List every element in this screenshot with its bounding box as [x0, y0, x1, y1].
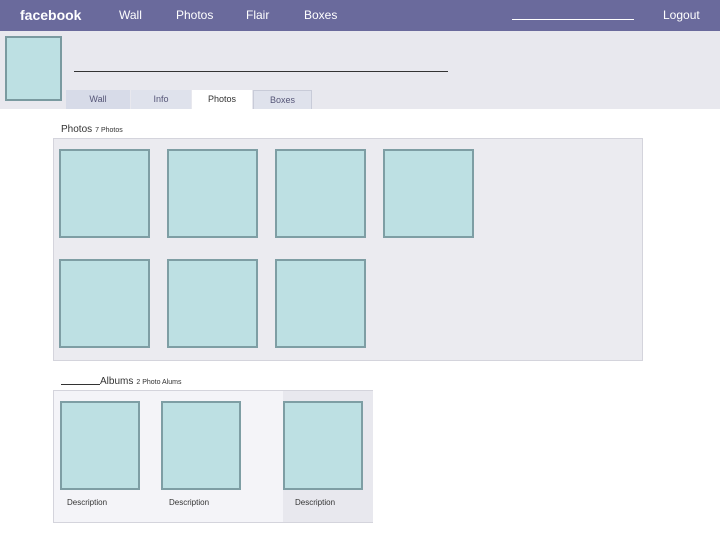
- nav-wall-link[interactable]: Wall: [119, 8, 142, 22]
- album-description: Description: [295, 498, 336, 507]
- album-cover[interactable]: [161, 401, 241, 490]
- albums-link-underline: [61, 384, 100, 385]
- photos-count: 7 Photos: [95, 127, 123, 134]
- tab-photos[interactable]: Photos: [192, 90, 252, 109]
- tab-info[interactable]: Info: [131, 90, 191, 109]
- album-cover[interactable]: [283, 401, 363, 490]
- top-navigation-bar: facebook Wall Photos Flair Boxes Logout: [0, 0, 720, 31]
- photo-thumbnail[interactable]: [383, 149, 474, 238]
- photo-thumbnail[interactable]: [167, 149, 258, 238]
- photo-thumbnail[interactable]: [59, 259, 150, 348]
- album-description: Description: [67, 498, 108, 507]
- facebook-logo[interactable]: facebook: [20, 7, 81, 23]
- nav-boxes-link[interactable]: Boxes: [304, 8, 337, 22]
- photo-thumbnail[interactable]: [275, 149, 366, 238]
- profile-picture[interactable]: [5, 36, 62, 101]
- nav-photos-link[interactable]: Photos: [176, 8, 213, 22]
- albums-count: 2 Photo Alums: [136, 379, 182, 386]
- photo-thumbnail[interactable]: [167, 259, 258, 348]
- photo-thumbnail[interactable]: [59, 149, 150, 238]
- photos-title: Photos: [61, 124, 93, 135]
- photo-thumbnail[interactable]: [275, 259, 366, 348]
- tab-boxes[interactable]: Boxes: [253, 90, 312, 109]
- albums-title[interactable]: Albums: [100, 376, 133, 387]
- album-description: Description: [169, 498, 210, 507]
- search-input[interactable]: [512, 19, 634, 20]
- photos-heading: Photos 7 Photos: [61, 124, 123, 135]
- albums-heading: Albums 2 Photo Alums: [100, 376, 182, 387]
- profile-name-placeholder: [74, 71, 448, 72]
- album-cover[interactable]: [60, 401, 140, 490]
- logout-link[interactable]: Logout: [663, 8, 700, 22]
- tab-wall[interactable]: Wall: [66, 90, 130, 109]
- nav-flair-link[interactable]: Flair: [246, 8, 269, 22]
